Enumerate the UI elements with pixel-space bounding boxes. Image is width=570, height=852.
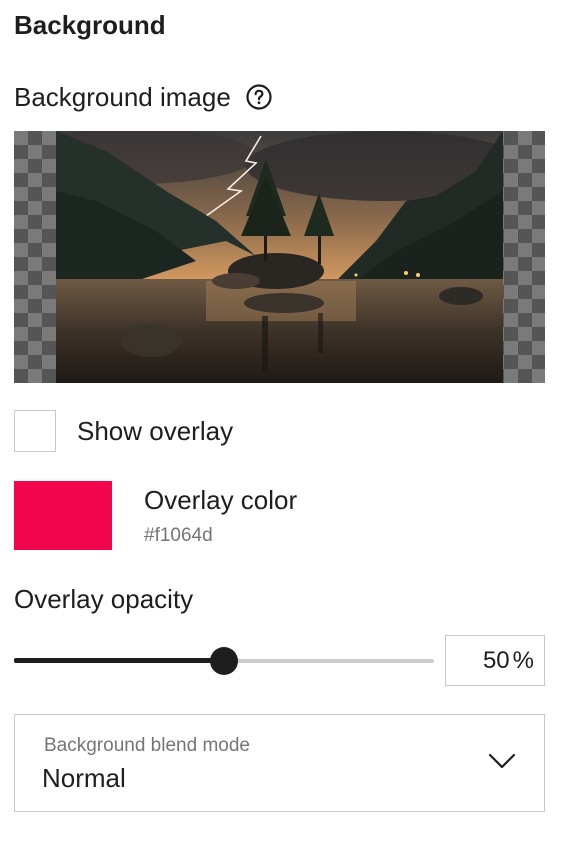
overlay-color-row: Overlay color #f1064d (14, 481, 297, 550)
landscape-image (56, 131, 503, 383)
blend-mode-select[interactable]: Background blend mode Normal (14, 714, 545, 812)
blend-mode-value: Normal (42, 763, 126, 793)
chevron-down-icon (488, 753, 516, 769)
overlay-color-info: Overlay color #f1064d (144, 481, 297, 550)
overlay-color-hex: #f1064d (144, 525, 213, 546)
section-heading: Background (14, 10, 166, 40)
overlay-opacity-slider[interactable] (14, 645, 434, 675)
slider-thumb[interactable] (210, 647, 238, 675)
slider-fill (14, 658, 224, 663)
opacity-value: 50 (482, 646, 510, 674)
overlay-opacity-label: Overlay opacity (14, 584, 194, 614)
opacity-unit: % (512, 646, 534, 674)
show-overlay-row: Show overlay (14, 410, 233, 452)
overlay-color-label: Overlay color (144, 485, 298, 515)
show-overlay-checkbox[interactable] (14, 410, 56, 452)
show-overlay-label: Show overlay (77, 415, 234, 446)
overlay-opacity-input[interactable]: 50 % (445, 635, 545, 686)
background-image-preview[interactable] (14, 131, 545, 383)
question-circle-icon[interactable] (245, 83, 273, 111)
background-image-label-row: Background image (14, 80, 273, 114)
blend-mode-label: Background blend mode (44, 735, 250, 756)
overlay-color-swatch[interactable] (14, 481, 112, 550)
background-image-label: Background image (14, 81, 231, 112)
